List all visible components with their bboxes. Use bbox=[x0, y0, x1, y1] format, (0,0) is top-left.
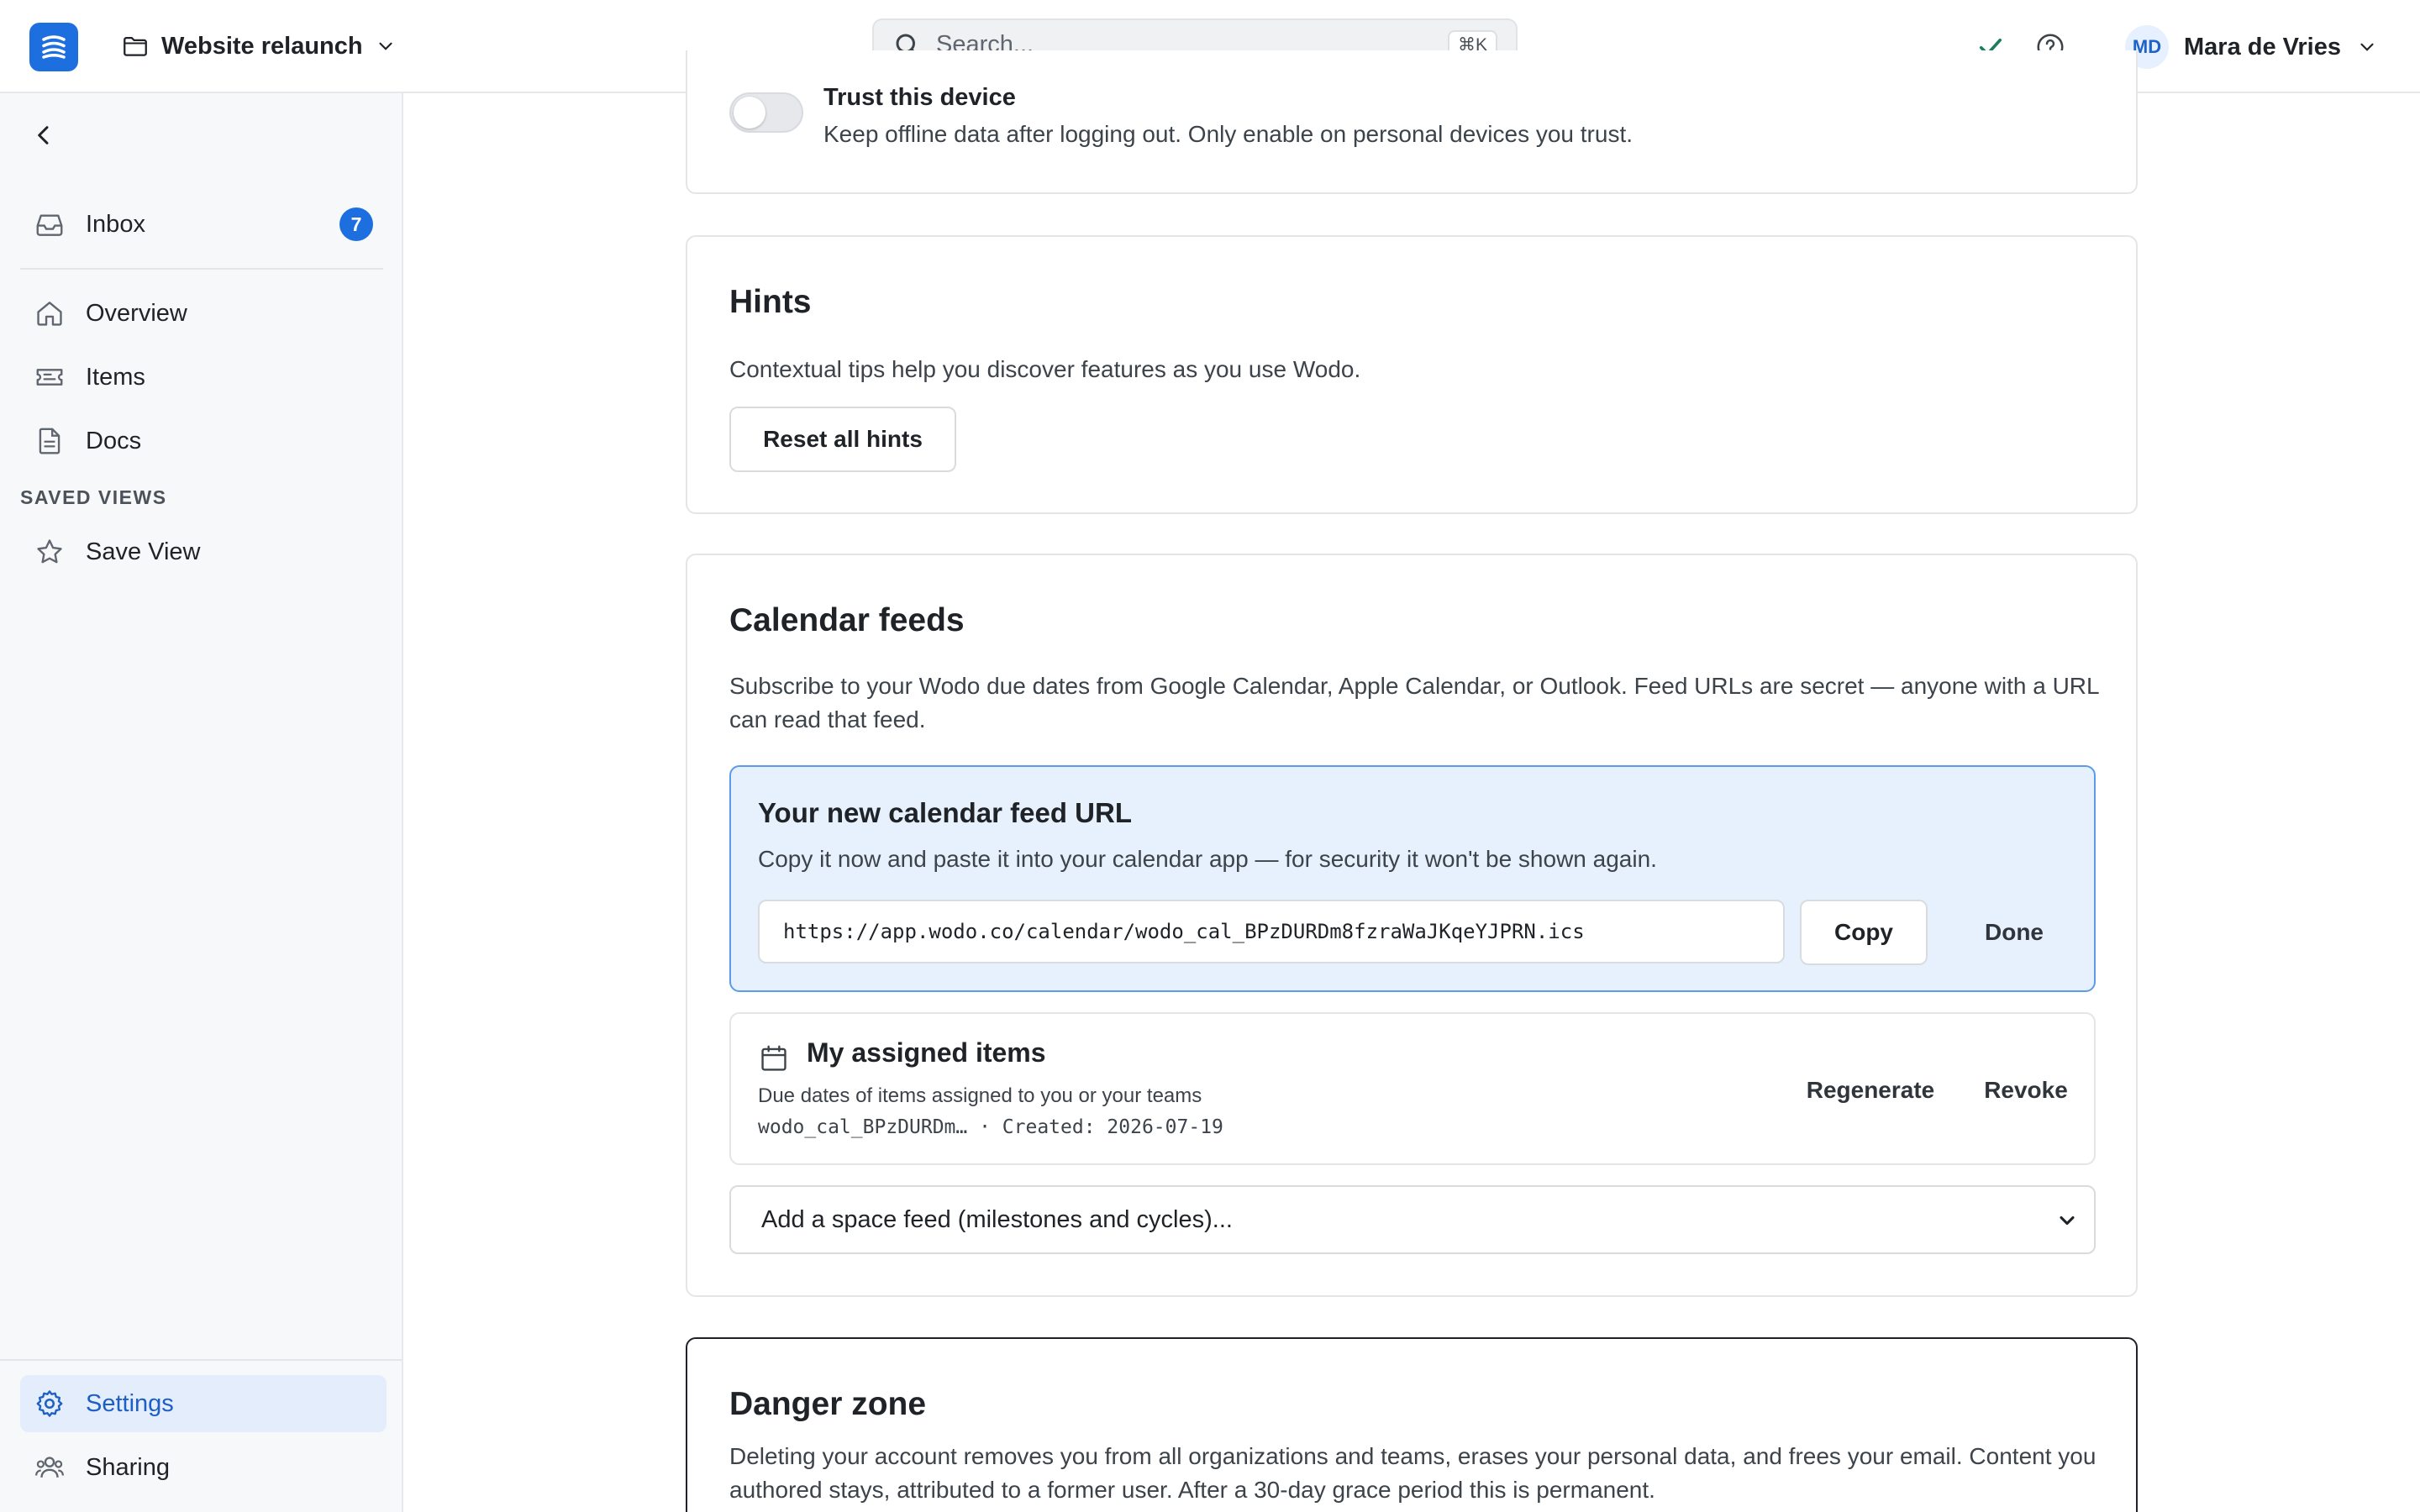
home-icon bbox=[37, 302, 62, 326]
feed-description: Due dates of items assigned to you or yo… bbox=[758, 1084, 1202, 1107]
done-button[interactable]: Done bbox=[1951, 900, 2077, 965]
logo-icon bbox=[42, 35, 66, 59]
project-name: Website relaunch bbox=[161, 32, 363, 60]
danger-zone-title: Danger zone bbox=[729, 1386, 927, 1422]
inbox-icon bbox=[36, 214, 63, 236]
star-icon bbox=[37, 539, 62, 564]
sidebar-item-label: Sharing bbox=[86, 1453, 170, 1481]
hints-title: Hints bbox=[729, 284, 812, 320]
sidebar-item-overview[interactable]: Overview bbox=[20, 285, 387, 342]
chevron-down-icon bbox=[379, 42, 392, 50]
revoke-feed-button[interactable]: Revoke bbox=[1971, 1058, 2081, 1123]
feed-row-assigned-items: My assigned items Due dates of items ass… bbox=[729, 1012, 2096, 1165]
calendar-feeds-card: Calendar feeds Subscribe to your Wodo du… bbox=[686, 554, 2138, 1297]
sidebar-item-label: Inbox bbox=[86, 210, 145, 238]
ticket-icon bbox=[36, 369, 63, 386]
trust-device-toggle[interactable] bbox=[729, 92, 803, 133]
project-switcher[interactable]: Website relaunch bbox=[121, 25, 397, 67]
copy-url-button[interactable]: Copy bbox=[1800, 900, 1928, 965]
sidebar-item-label: Docs bbox=[86, 427, 142, 454]
calendar-feeds-title: Calendar feeds bbox=[729, 602, 965, 638]
new-feed-url-hint: Copy it now and paste it into your calen… bbox=[758, 846, 1657, 872]
sidebar-item-inbox[interactable]: Inbox 7 bbox=[20, 196, 387, 253]
sidebar-divider bbox=[20, 268, 383, 270]
calendar-feeds-description: Subscribe to your Wodo due dates from Go… bbox=[729, 673, 2099, 732]
sidebar-item-label: Settings bbox=[86, 1389, 174, 1417]
sidebar-item-label: Overview bbox=[86, 299, 187, 327]
hints-description: Contextual tips help you discover featur… bbox=[729, 356, 1361, 382]
app-logo[interactable] bbox=[29, 23, 78, 71]
feed-url-field[interactable]: https://app.wodo.co/calendar/wodo_cal_BP… bbox=[758, 900, 1785, 963]
sidebar-item-label: Items bbox=[86, 363, 145, 391]
danger-zone-card: Danger zone Deleting your account remove… bbox=[686, 1337, 2138, 1512]
new-feed-url-panel: Your new calendar feed URL Copy it now a… bbox=[729, 765, 2096, 992]
feed-name: My assigned items bbox=[807, 1037, 1046, 1068]
users-icon bbox=[35, 1457, 64, 1478]
user-name: Mara de Vries bbox=[2184, 33, 2341, 60]
inbox-count-badge: 7 bbox=[339, 207, 373, 241]
chevron-down-icon bbox=[2360, 43, 2374, 51]
add-space-feed-label: Add a space feed (milestones and cycles)… bbox=[761, 1205, 1233, 1233]
user-menu[interactable]: MD Mara de Vries bbox=[2125, 25, 2378, 69]
folder-icon bbox=[124, 36, 147, 56]
trust-device-description: Keep offline data after logging out. Onl… bbox=[823, 121, 1634, 147]
reset-hints-button[interactable]: Reset all hints bbox=[729, 407, 956, 472]
gear-icon bbox=[36, 1390, 63, 1417]
sidebar-divider bbox=[0, 1359, 402, 1361]
regenerate-feed-button[interactable]: Regenerate bbox=[1770, 1058, 1971, 1123]
calendar-icon bbox=[761, 1045, 786, 1071]
add-space-feed-select[interactable]: Add a space feed (milestones and cycles)… bbox=[729, 1185, 2096, 1254]
trust-device-card: Trust this device Keep offline data afte… bbox=[686, 50, 2138, 194]
sidebar-item-items[interactable]: Items bbox=[20, 349, 387, 406]
feed-token-meta: wodo_cal_BPzDURDm… · Created: 2026-07-19 bbox=[758, 1116, 1223, 1138]
sidebar-item-settings[interactable]: Settings bbox=[20, 1375, 387, 1432]
chevron-down-icon bbox=[2060, 1215, 2075, 1226]
hints-card: Hints Contextual tips help you discover … bbox=[686, 235, 2138, 514]
danger-zone-description: Deleting your account removes you from a… bbox=[729, 1443, 2096, 1503]
chevron-left-icon[interactable] bbox=[30, 122, 57, 149]
sidebar-item-sharing[interactable]: Sharing bbox=[20, 1439, 387, 1496]
saved-views-heading: SAVED VIEWS bbox=[20, 486, 167, 508]
sidebar-item-docs[interactable]: Docs bbox=[20, 412, 387, 470]
trust-device-title: Trust this device bbox=[823, 84, 1016, 111]
document-icon bbox=[39, 428, 60, 454]
save-view-button[interactable]: Save View bbox=[20, 523, 387, 580]
sidebar-item-label: Save View bbox=[86, 538, 201, 565]
sidebar: Inbox 7 Overview Items Docs SAVED VIEWS … bbox=[0, 93, 403, 1512]
new-feed-url-title: Your new calendar feed URL bbox=[758, 797, 1132, 828]
